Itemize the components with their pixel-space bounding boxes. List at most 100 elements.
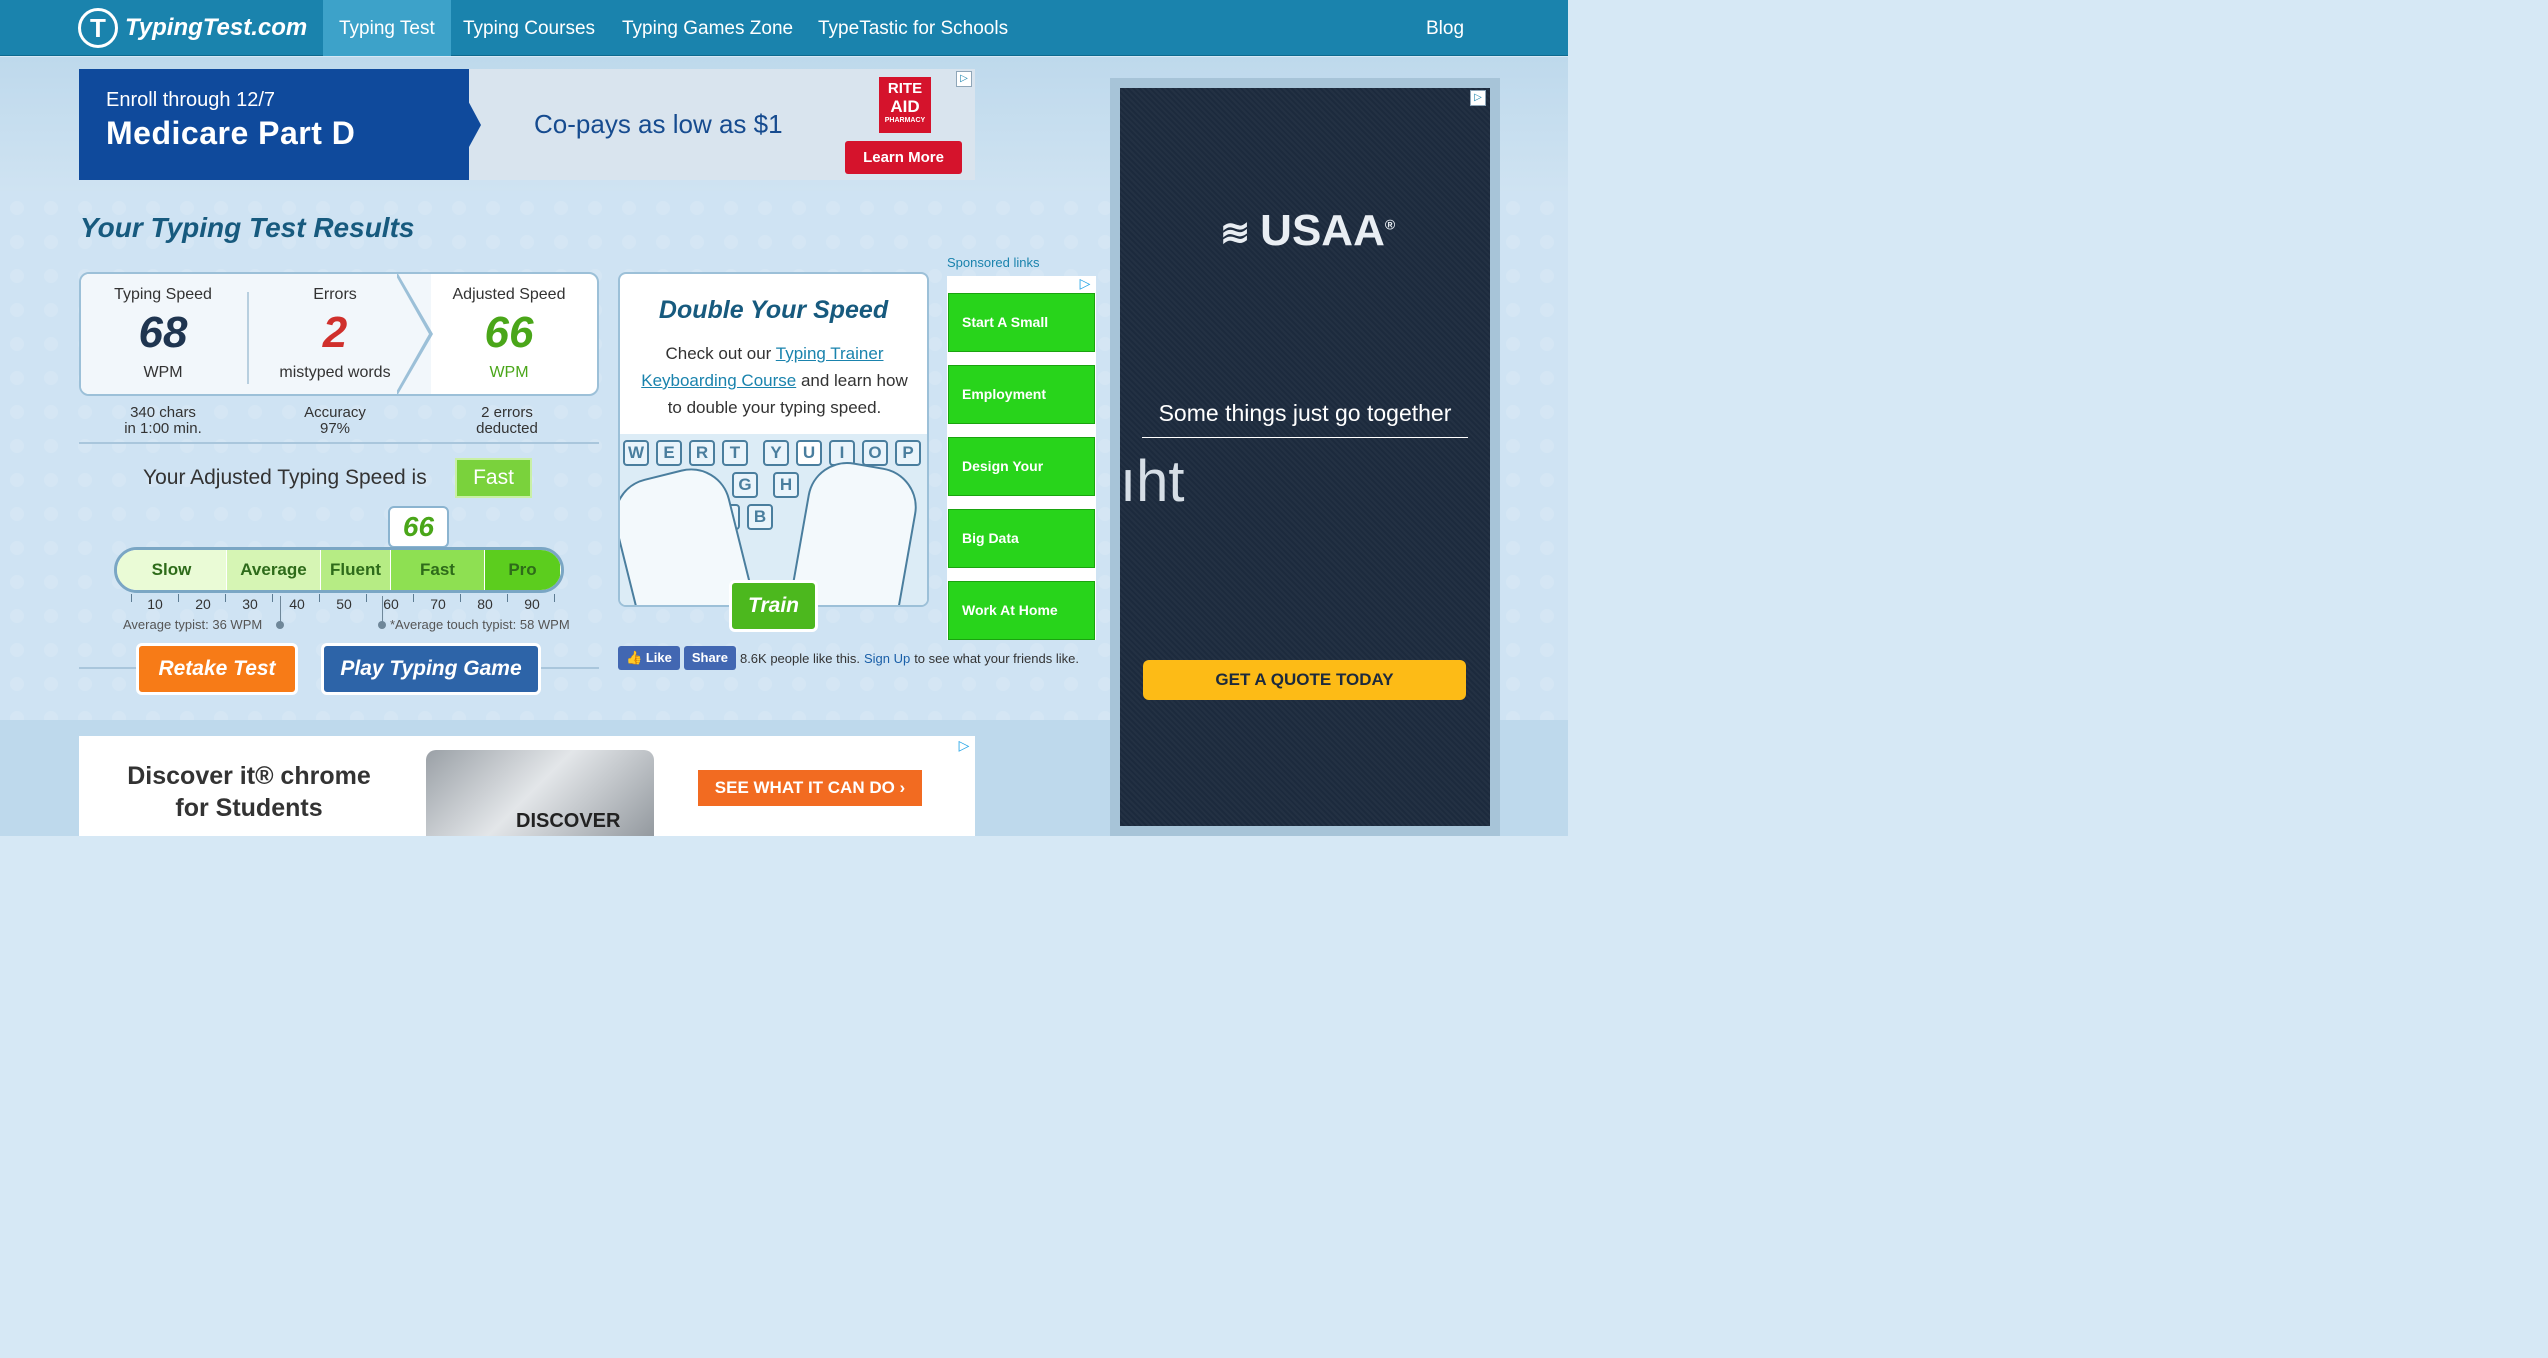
tick xyxy=(272,594,273,602)
errors-label: Errors xyxy=(313,286,357,303)
accuracy-value: 97% xyxy=(319,420,351,437)
adjusted-speed-value: 66 xyxy=(484,308,534,357)
usaa-tagline: Some things just go together xyxy=(1142,400,1468,438)
facebook-count: 8.6K people like this. xyxy=(739,650,860,666)
adjusted-speed-unit: WPM xyxy=(489,364,529,381)
discover-ad-title-line2: for Students xyxy=(175,794,323,822)
gauge-average: Average xyxy=(227,550,321,590)
avg-touch-dot xyxy=(378,621,386,629)
errors-col: Errors 2 mistyped words xyxy=(255,274,415,382)
adjusted-speed-col: Adjusted Speed 66 WPM xyxy=(429,274,589,382)
chars-count: 340 chars xyxy=(130,404,196,421)
speed-sentence: Your Adjusted Typing Speed is xyxy=(143,466,427,489)
results-panel: Typing Speed 68 WPM Errors 2 mistyped wo… xyxy=(79,272,599,396)
usaa-logo: ≋ USAA® xyxy=(1220,206,1395,256)
retake-test-button[interactable]: Retake Test xyxy=(136,643,298,695)
key-b: B xyxy=(747,504,773,530)
train-button[interactable]: Train xyxy=(729,580,818,632)
nav-typetastic-for-schools[interactable]: TypeTastic for Schools xyxy=(802,0,1024,56)
speed-class-badge: Fast xyxy=(455,458,532,498)
adchoices-icon[interactable]: ▷ xyxy=(1077,276,1093,292)
avg-typist-dot xyxy=(276,621,284,629)
facebook-like-button[interactable]: 👍 Like xyxy=(618,646,680,670)
page-title: Your Typing Test Results xyxy=(80,212,415,243)
results-divider xyxy=(247,292,249,384)
accuracy-label: Accuracy xyxy=(304,404,366,421)
typing-speed-label: Typing Speed xyxy=(114,286,212,303)
tick xyxy=(554,594,555,602)
thumbs-up-icon: 👍 xyxy=(626,650,646,665)
typing-speed-col: Typing Speed 68 WPM xyxy=(83,274,243,382)
rite-aid-logo-line2: AID xyxy=(890,97,920,116)
rite-aid-logo-line3: PHARMACY xyxy=(884,117,926,124)
ad-discover-banner[interactable]: Discover it® chrome for Students DISCOVE… xyxy=(79,736,975,836)
double-speed-promo: Double Your Speed Check out our Typing T… xyxy=(618,272,929,607)
key-r: R xyxy=(689,440,715,466)
usaa-ad-inner: ▷ ≋ USAA® Some things just go together ı… xyxy=(1120,88,1490,826)
key-w: W xyxy=(623,440,649,466)
tick-label: 30 xyxy=(242,596,258,612)
accuracy-stat: Accuracy 97% xyxy=(255,405,415,437)
tick-label: 20 xyxy=(195,596,211,612)
chars-stat: 340 chars in 1:00 min. xyxy=(83,405,243,437)
ad-enroll-text: Enroll through 12/7 xyxy=(106,89,276,111)
tick xyxy=(178,594,179,602)
see-what-it-can-do-button[interactable]: SEE WHAT IT CAN DO › xyxy=(698,770,922,806)
avg-touch-note: *Average touch typist: 58 WPM xyxy=(390,617,570,632)
typing-speed-unit: WPM xyxy=(143,364,183,381)
facebook-share-button[interactable]: Share xyxy=(683,646,736,670)
adchoices-icon[interactable]: ▷ xyxy=(1470,90,1486,106)
adchoices-icon[interactable]: ▷ xyxy=(956,738,972,754)
nav-typing-games-zone[interactable]: Typing Games Zone xyxy=(606,0,809,56)
typing-speed-value: 68 xyxy=(138,308,188,357)
tick-label: 80 xyxy=(477,596,493,612)
avg-touch-marker xyxy=(382,596,383,623)
adjusted-speed-label: Adjusted Speed xyxy=(452,286,566,303)
usaa-ad[interactable]: ▷ ≋ USAA® Some things just go together ı… xyxy=(1110,78,1500,836)
key-t: T xyxy=(722,440,748,466)
avg-typist-marker xyxy=(280,596,281,623)
key-g: G xyxy=(732,472,758,498)
discover-card-text: DISCOVER xyxy=(516,810,621,832)
tick xyxy=(225,594,226,602)
sponsored-link-start-a-small[interactable]: Start A Small xyxy=(948,293,1095,352)
errors-value: 2 xyxy=(322,308,348,357)
nav-typing-courses[interactable]: Typing Courses xyxy=(447,0,611,56)
tick-label: 60 xyxy=(383,596,399,612)
tick xyxy=(319,594,320,602)
sponsored-link-employment[interactable]: Employment xyxy=(948,365,1095,424)
tick-label: 90 xyxy=(524,596,540,612)
sponsored-link-design-your[interactable]: Design Your xyxy=(948,437,1095,496)
usaa-eagle-icon: ≋ xyxy=(1220,212,1261,253)
key-y: Y xyxy=(763,440,789,466)
keyboarding-course-link[interactable]: Keyboarding Course xyxy=(641,371,796,390)
adchoices-icon[interactable]: ▷ xyxy=(956,71,972,87)
tick xyxy=(413,594,414,602)
key-u: U xyxy=(796,440,822,466)
usaa-text-fragment: ıht xyxy=(1120,449,1185,514)
get-quote-button[interactable]: GET A QUOTE TODAY xyxy=(1143,660,1466,700)
score-bubble: 66 xyxy=(388,506,449,548)
promo-title: Double Your Speed xyxy=(658,296,889,324)
site-logo[interactable]: T TypingTest.com xyxy=(78,8,307,48)
facebook-signup-link[interactable]: Sign Up xyxy=(864,651,910,666)
sponsored-link-big-data[interactable]: Big Data xyxy=(948,509,1095,568)
ad-medicare-banner[interactable]: Enroll through 12/7 Medicare Part D Co-p… xyxy=(79,69,975,180)
play-typing-game-button[interactable]: Play Typing Game xyxy=(321,643,541,695)
key-e: E xyxy=(656,440,682,466)
tick xyxy=(131,594,132,602)
divider-left xyxy=(79,667,139,669)
key-p: P xyxy=(895,440,921,466)
discover-ad-title-line1: Discover it® chrome xyxy=(127,762,371,790)
nav-blog[interactable]: Blog xyxy=(1410,0,1480,56)
top-nav: T TypingTest.com Typing Test Typing Cour… xyxy=(0,0,1568,56)
deducted-stat: 2 errors deducted xyxy=(427,405,587,437)
learn-more-button[interactable]: Learn More xyxy=(845,141,962,174)
tick-label: 70 xyxy=(430,596,446,612)
divider-line xyxy=(79,442,599,444)
facebook-after-text: to see what your friends like. xyxy=(914,650,1079,666)
nav-typing-test[interactable]: Typing Test xyxy=(323,0,451,56)
sponsored-link-work-at-home[interactable]: Work At Home xyxy=(948,581,1095,640)
gauge-slow: Slow xyxy=(117,550,227,590)
typing-trainer-link[interactable]: Typing Trainer xyxy=(776,344,884,363)
